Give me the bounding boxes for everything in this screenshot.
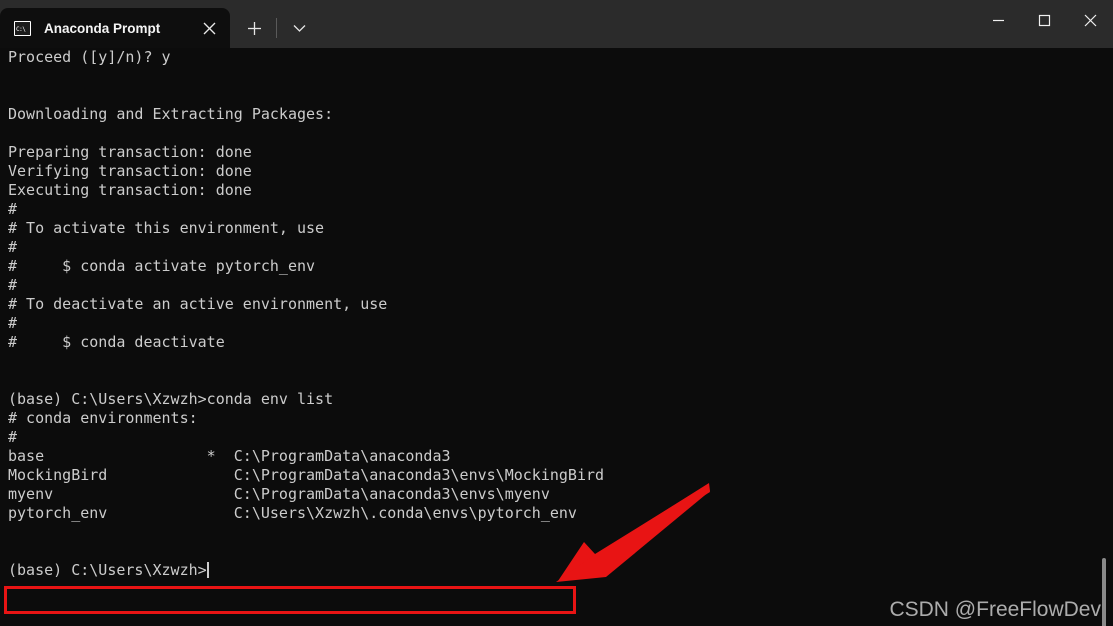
window-controls: [975, 0, 1113, 40]
close-tab-icon[interactable]: [194, 13, 224, 43]
tab-separator: [276, 18, 277, 38]
tab-title: Anaconda Prompt: [44, 20, 161, 36]
maximize-button[interactable]: [1021, 0, 1067, 40]
terminal-window: Anaconda Prompt: [0, 0, 1113, 626]
vertical-scrollbar[interactable]: [1099, 96, 1113, 626]
tab-anaconda-prompt[interactable]: Anaconda Prompt: [0, 8, 230, 48]
scrollbar-thumb[interactable]: [1102, 558, 1106, 626]
tab-menu-button[interactable]: [282, 8, 316, 48]
text-cursor: [206, 562, 209, 578]
tab-strip: Anaconda Prompt: [0, 0, 316, 48]
new-tab-button[interactable]: [237, 8, 271, 48]
minimize-button[interactable]: [975, 0, 1021, 40]
console-window-icon: [14, 20, 31, 36]
title-bar: Anaconda Prompt: [0, 0, 1113, 48]
terminal-output-area[interactable]: Proceed ([y]/n)? y Downloading and Extra…: [0, 48, 1113, 626]
close-window-button[interactable]: [1067, 0, 1113, 40]
console-text: Proceed ([y]/n)? y Downloading and Extra…: [8, 48, 605, 579]
highlight-box-pytorch-env: [4, 586, 576, 614]
watermark-text: CSDN @FreeFlowDev: [889, 598, 1101, 621]
